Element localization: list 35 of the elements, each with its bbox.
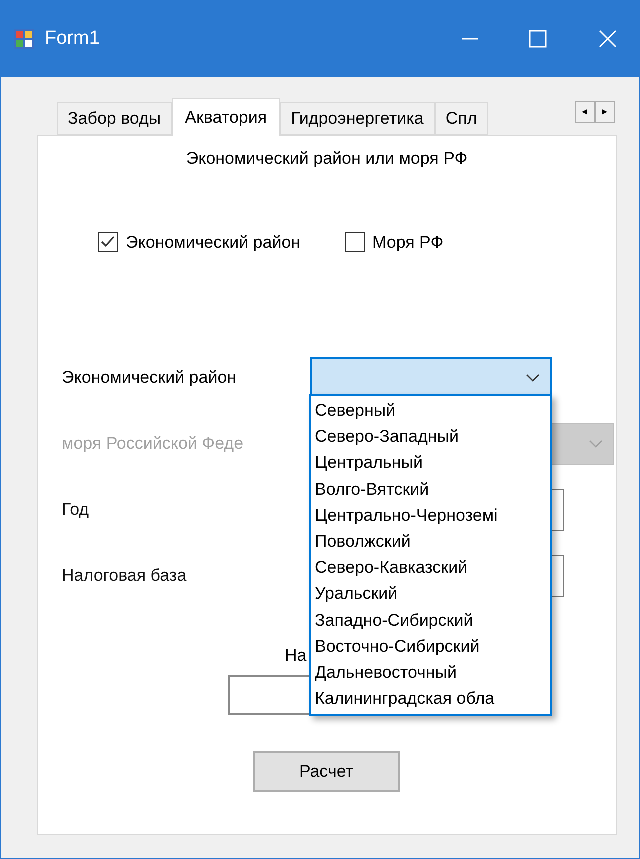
window-title: Form1 <box>45 26 100 51</box>
app-icon <box>13 28 35 50</box>
field-label: Экономический район <box>62 367 237 390</box>
dropdown-item[interactable]: Северный <box>315 398 550 424</box>
dropdown-item[interactable]: Дальневосточный <box>315 660 550 686</box>
dropdown-item[interactable]: Центрально-Черноземі <box>315 502 550 529</box>
tab[interactable]: Забор воды <box>57 102 172 135</box>
dropdown-item[interactable]: Поволжский <box>315 528 550 556</box>
field-label: Налоговая база <box>62 565 187 588</box>
checkbox[interactable] <box>344 232 365 252</box>
dropdown-item[interactable]: Уральский <box>315 581 550 608</box>
dropdown-item[interactable]: Калининградская обла <box>315 686 550 712</box>
result-label: На <box>285 645 307 667</box>
dropdown-item[interactable]: Северо-Кавказский <box>315 555 550 582</box>
checkbox-label: Экономический район <box>126 232 301 254</box>
checkbox-label: Моря РФ <box>372 232 444 254</box>
maximize-icon[interactable] <box>529 30 547 48</box>
dropdown-item[interactable]: Северо-Западный <box>315 424 550 450</box>
chevron-down-icon <box>526 374 540 382</box>
calculate-button[interactable]: Расчет <box>253 751 400 792</box>
dropdown-item[interactable]: Центральный <box>315 450 550 477</box>
dropdown-item[interactable]: Волго-Вятский <box>315 476 550 503</box>
field-label: Год <box>62 499 90 522</box>
checkbox[interactable] <box>98 232 118 252</box>
dropdown-item[interactable]: Восточно-Сибирский <box>315 634 550 660</box>
tab[interactable]: Гидроэнергетика <box>280 102 435 135</box>
dropdown-item[interactable]: Западно-Сибирский <box>315 608 550 634</box>
scroll-left-button[interactable]: ◂ <box>575 101 595 123</box>
field-label: моря Российской Феде <box>62 433 244 456</box>
scroll-right-button[interactable]: ▸ <box>595 101 615 123</box>
tab[interactable]: Акватория <box>172 98 280 136</box>
section-heading: Экономический район или моря РФ <box>186 148 468 170</box>
tab[interactable]: Спл <box>434 102 488 135</box>
chevron-down-icon <box>589 440 603 448</box>
close-icon[interactable] <box>599 30 617 48</box>
